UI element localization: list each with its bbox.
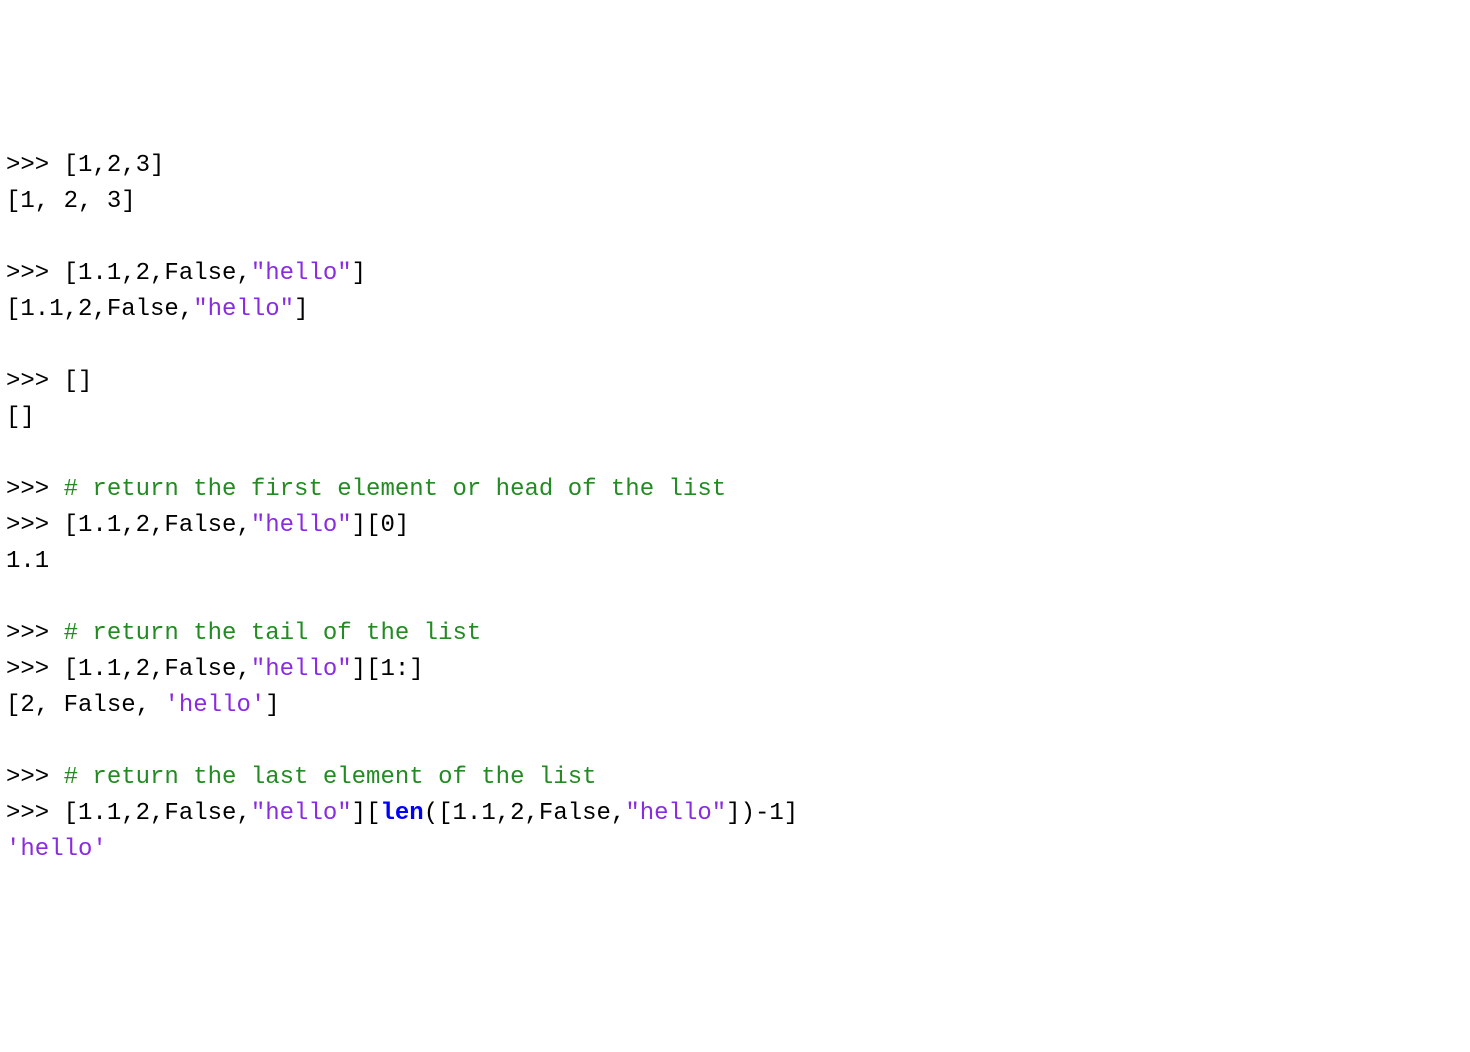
code-segment: # return the last element of the list xyxy=(64,764,597,791)
code-line xyxy=(6,220,1464,256)
code-line: >>> # return the tail of the list xyxy=(6,616,1464,652)
code-line xyxy=(6,328,1464,364)
code-segment: len xyxy=(380,800,423,827)
code-line: >>> [1,2,3] xyxy=(6,148,1464,184)
code-segment: 1.1 xyxy=(6,548,49,575)
code-line: 'hello' xyxy=(6,832,1464,868)
code-segment: ][1:] xyxy=(352,656,424,683)
code-segment: "hello" xyxy=(251,800,352,827)
code-segment: 'hello' xyxy=(6,836,107,863)
code-line: >>> [1.1,2,False,"hello"][1:] xyxy=(6,652,1464,688)
code-segment: >>> [1,2,3] xyxy=(6,152,164,179)
code-line: [1.1,2,False,"hello"] xyxy=(6,292,1464,328)
code-segment: "hello" xyxy=(625,800,726,827)
code-segment: ([1.1,2,False, xyxy=(424,800,626,827)
code-segment xyxy=(6,332,20,359)
code-line: [2, False, 'hello'] xyxy=(6,688,1464,724)
code-segment xyxy=(6,224,20,251)
code-segment: ] xyxy=(294,296,308,323)
code-segment: >>> xyxy=(6,620,64,647)
code-line: [1, 2, 3] xyxy=(6,184,1464,220)
code-segment: >>> [1.1,2,False, xyxy=(6,800,251,827)
code-line: >>> # return the first element or head o… xyxy=(6,472,1464,508)
code-line xyxy=(6,436,1464,472)
code-segment: >>> xyxy=(6,764,64,791)
code-segment: ] xyxy=(352,260,366,287)
code-segment: >>> [1.1,2,False, xyxy=(6,512,251,539)
code-segment: [1.1,2,False, xyxy=(6,296,193,323)
code-line: >>> [1.1,2,False,"hello"][0] xyxy=(6,508,1464,544)
code-line xyxy=(6,724,1464,760)
code-segment: >>> [1.1,2,False, xyxy=(6,656,251,683)
code-segment: # return the first element or head of th… xyxy=(64,476,727,503)
code-segment xyxy=(6,584,20,611)
code-line: >>> [] xyxy=(6,364,1464,400)
code-line: 1.1 xyxy=(6,544,1464,580)
code-segment: "hello" xyxy=(251,260,352,287)
code-segment: [1, 2, 3] xyxy=(6,188,136,215)
code-segment: [] xyxy=(6,404,35,431)
code-segment: "hello" xyxy=(193,296,294,323)
code-segment: ][0] xyxy=(352,512,410,539)
code-line: >>> [1.1,2,False,"hello"][len([1.1,2,Fal… xyxy=(6,796,1464,832)
code-block: >>> [1,2,3][1, 2, 3] >>> [1.1,2,False,"h… xyxy=(6,148,1464,868)
code-segment: ])-1] xyxy=(726,800,798,827)
code-segment: 'hello' xyxy=(164,692,265,719)
code-segment: >>> xyxy=(6,476,64,503)
code-segment: ][ xyxy=(352,800,381,827)
code-segment: # return the tail of the list xyxy=(64,620,482,647)
code-segment: [2, False, xyxy=(6,692,164,719)
code-segment: ] xyxy=(265,692,279,719)
code-segment xyxy=(6,728,20,755)
code-segment xyxy=(6,440,20,467)
code-segment: >>> [] xyxy=(6,368,92,395)
code-line: >>> # return the last element of the lis… xyxy=(6,760,1464,796)
code-segment: >>> [1.1,2,False, xyxy=(6,260,251,287)
code-segment: "hello" xyxy=(251,656,352,683)
code-segment: "hello" xyxy=(251,512,352,539)
code-line: >>> [1.1,2,False,"hello"] xyxy=(6,256,1464,292)
code-line: [] xyxy=(6,400,1464,436)
code-line xyxy=(6,580,1464,616)
